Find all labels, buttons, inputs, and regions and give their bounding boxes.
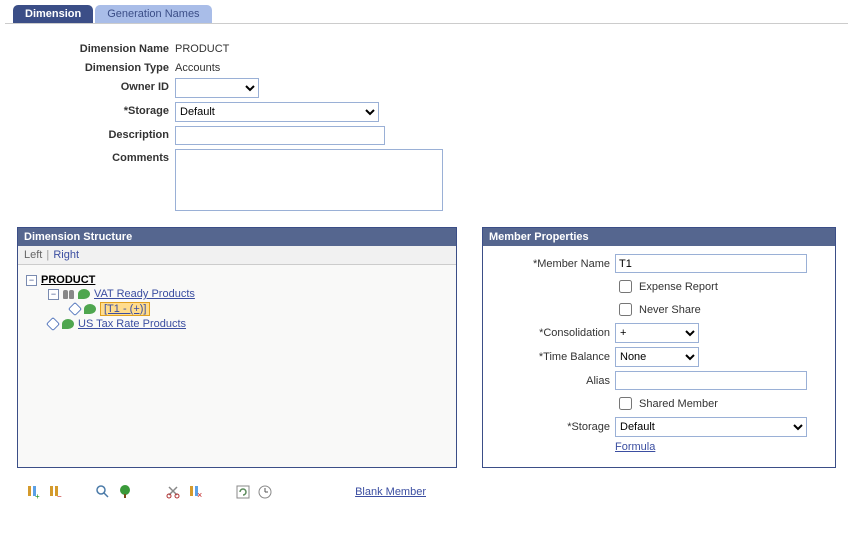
member-properties-panel: Member Properties *Member Name Expense R… xyxy=(482,227,836,468)
action-toolbar: + − × Blank Member xyxy=(5,468,848,504)
svg-text:+: + xyxy=(35,492,40,500)
tab-strip: Dimension Generation Names xyxy=(5,5,848,24)
member-name-label: *Member Name xyxy=(491,258,615,270)
refresh-icon[interactable] xyxy=(235,484,251,500)
description-label: Description xyxy=(17,126,175,141)
find-icon[interactable] xyxy=(95,484,111,500)
dimension-type-label: Dimension Type xyxy=(17,59,175,74)
svg-text:×: × xyxy=(197,490,202,500)
tree-icon[interactable] xyxy=(117,484,133,500)
cut-icon[interactable] xyxy=(165,484,181,500)
collapse-icon[interactable]: − xyxy=(48,289,59,300)
tab-generation-names[interactable]: Generation Names xyxy=(95,5,211,23)
dimension-name-label: Dimension Name xyxy=(17,40,175,55)
time-balance-select[interactable]: None xyxy=(615,347,699,367)
member-storage-label: *Storage xyxy=(491,421,615,433)
consolidation-label: *Consolidation xyxy=(491,327,615,339)
storage-select[interactable]: Default xyxy=(175,102,379,122)
tree-node-t1-selected[interactable]: [T1 - (+)] xyxy=(100,302,150,316)
people-icon xyxy=(63,290,74,299)
shared-member-label: Shared Member xyxy=(639,398,718,410)
tree-node-us-tax[interactable]: US Tax Rate Products xyxy=(78,318,186,330)
collapse-icon[interactable]: − xyxy=(26,275,37,286)
blank-member-link[interactable]: Blank Member xyxy=(355,486,426,498)
leaf-icon xyxy=(84,304,96,314)
expense-report-checkbox[interactable] xyxy=(619,280,632,293)
owner-id-label: Owner ID xyxy=(17,78,175,93)
consolidation-select[interactable]: + xyxy=(615,323,699,343)
tab-dimension[interactable]: Dimension xyxy=(13,5,93,23)
never-share-label: Never Share xyxy=(639,304,701,316)
svg-text:−: − xyxy=(57,492,62,500)
owner-id-select[interactable] xyxy=(175,78,259,98)
leaf-icon xyxy=(62,319,74,329)
dimension-name-value: PRODUCT xyxy=(175,40,229,55)
dimension-structure-panel: Dimension Structure Left | Right − PRODU… xyxy=(17,227,457,468)
tree-orientation-bar: Left | Right xyxy=(18,246,456,265)
member-storage-select[interactable]: Default xyxy=(615,417,807,437)
formula-link[interactable]: Formula xyxy=(615,441,655,453)
delete-member-icon[interactable]: × xyxy=(187,484,203,500)
diamond-icon xyxy=(46,317,60,331)
alias-input[interactable] xyxy=(615,371,807,390)
tree-left-label: Left xyxy=(24,249,42,261)
member-properties-title: Member Properties xyxy=(483,228,835,246)
description-input[interactable] xyxy=(175,126,385,145)
expense-report-label: Expense Report xyxy=(639,281,718,293)
tree-right-link[interactable]: Right xyxy=(53,249,79,261)
leaf-icon xyxy=(78,289,90,299)
dimension-structure-title: Dimension Structure xyxy=(18,228,456,246)
member-name-input[interactable] xyxy=(615,254,807,273)
tree-body: − PRODUCT − VAT Ready Products [T1 - (+)… xyxy=(18,265,456,467)
tree-node-vat-ready[interactable]: VAT Ready Products xyxy=(94,288,195,300)
tree-root-product[interactable]: PRODUCT xyxy=(41,274,95,286)
add-child-icon[interactable]: − xyxy=(47,484,63,500)
time-balance-label: *Time Balance xyxy=(491,351,615,363)
diamond-icon xyxy=(68,302,82,316)
add-sibling-icon[interactable]: + xyxy=(25,484,41,500)
comments-textarea[interactable] xyxy=(175,149,443,211)
clock-icon[interactable] xyxy=(257,484,273,500)
comments-label: Comments xyxy=(17,149,175,164)
shared-member-checkbox[interactable] xyxy=(619,397,632,410)
alias-label: Alias xyxy=(491,375,615,387)
dimension-form: Dimension Name PRODUCT Dimension Type Ac… xyxy=(5,34,848,227)
dimension-type-value: Accounts xyxy=(175,59,220,74)
never-share-checkbox[interactable] xyxy=(619,303,632,316)
storage-label: *Storage xyxy=(17,102,175,117)
